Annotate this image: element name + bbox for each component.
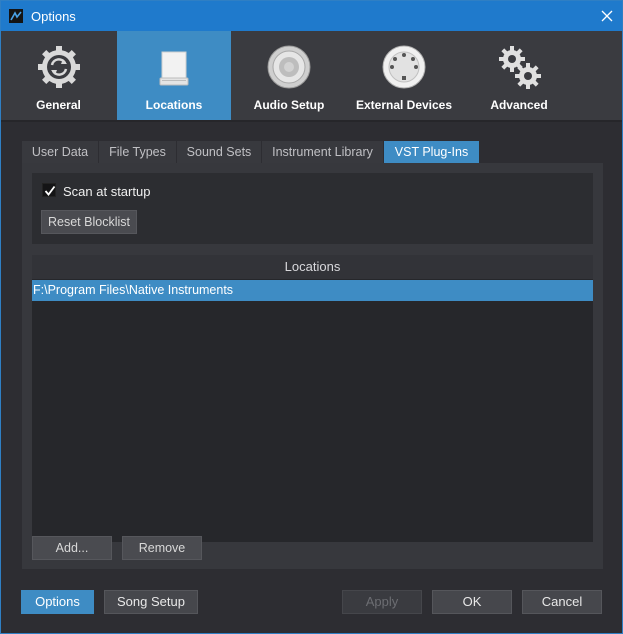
ok-button[interactable]: OK xyxy=(432,590,512,614)
options-button[interactable]: Options xyxy=(21,590,94,614)
song-setup-button[interactable]: Song Setup xyxy=(104,590,198,614)
category-label: External Devices xyxy=(355,98,453,112)
category-label: Audio Setup xyxy=(253,98,325,112)
locations-list[interactable]: Locations F:\Program Files\Native Instru… xyxy=(32,255,593,542)
category-locations[interactable]: Locations xyxy=(117,31,231,120)
vst-plugins-panel: Scan at startup Reset Blocklist Location… xyxy=(22,163,603,569)
gears-icon xyxy=(499,46,541,89)
speaker-icon xyxy=(267,45,311,89)
category-label: General xyxy=(36,98,81,112)
list-item[interactable]: F:\Program Files\Native Instruments xyxy=(32,280,593,301)
category-label: Advanced xyxy=(490,98,548,112)
scan-at-startup-label: Scan at startup xyxy=(63,184,151,199)
tab-file-types[interactable]: File Types xyxy=(99,141,176,163)
category-label: Locations xyxy=(145,98,203,112)
options-window: Options General Locations Audio Setup Ex… xyxy=(0,0,623,634)
category-advanced[interactable]: Advanced xyxy=(462,31,576,120)
category-general[interactable]: General xyxy=(1,31,116,120)
checkmark-icon xyxy=(44,185,56,196)
midi-port-icon xyxy=(382,45,426,89)
sync-gear-icon xyxy=(37,46,80,88)
window-title: Options xyxy=(31,9,76,24)
app-logo-icon xyxy=(9,9,23,23)
scan-settings: Scan at startup Reset Blocklist xyxy=(32,173,593,244)
apply-button[interactable]: Apply xyxy=(342,590,422,614)
tab-sound-sets[interactable]: Sound Sets xyxy=(177,141,261,163)
tab-instrument-library[interactable]: Instrument Library xyxy=(262,141,383,163)
remove-button[interactable]: Remove xyxy=(122,536,202,560)
scan-at-startup-checkbox[interactable] xyxy=(42,183,56,197)
close-button[interactable] xyxy=(592,1,622,31)
close-icon xyxy=(601,10,613,22)
category-audio-setup[interactable]: Audio Setup xyxy=(232,31,346,120)
tab-vst-plug-ins[interactable]: VST Plug-Ins xyxy=(384,141,479,163)
divider xyxy=(1,120,622,122)
locations-list-header: Locations xyxy=(32,255,593,279)
reset-blocklist-button[interactable]: Reset Blocklist xyxy=(41,210,137,234)
cancel-button[interactable]: Cancel xyxy=(522,590,602,614)
category-bar: General Locations Audio Setup External D… xyxy=(1,31,622,120)
category-external-devices[interactable]: External Devices xyxy=(346,31,462,120)
add-button[interactable]: Add... xyxy=(32,536,112,560)
title-bar[interactable]: Options xyxy=(1,1,622,31)
tab-user-data[interactable]: User Data xyxy=(22,141,98,163)
drive-icon xyxy=(159,51,189,86)
